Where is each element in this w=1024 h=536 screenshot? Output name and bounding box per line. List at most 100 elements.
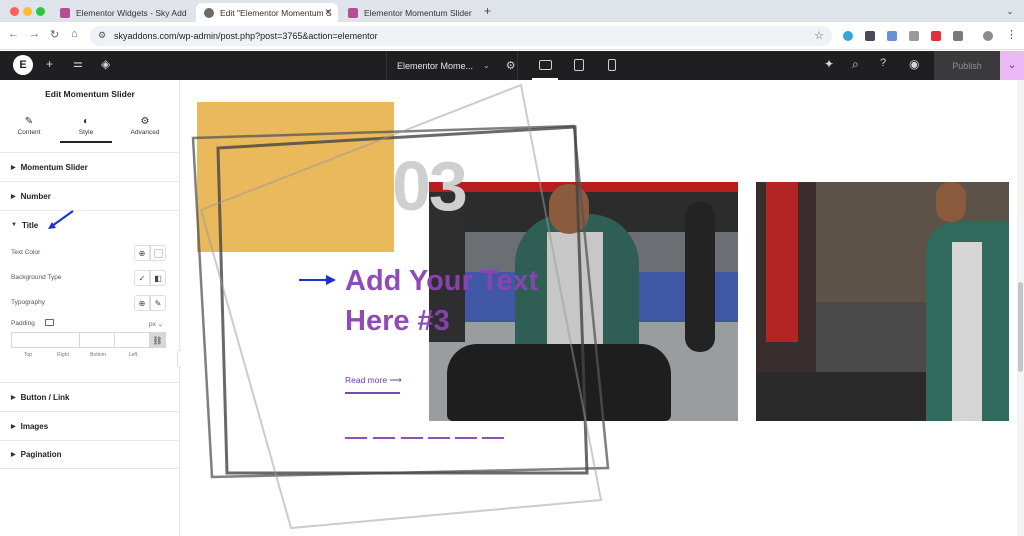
document-title: Elementor Mome...: [397, 60, 474, 71]
close-tab-icon[interactable]: ✕: [324, 7, 332, 18]
text-color-label: Text Color: [11, 249, 41, 256]
tab-style[interactable]: ◐ Style: [57, 116, 115, 136]
padding-right-input[interactable]: [45, 332, 80, 348]
pagination-dot-2[interactable]: [373, 437, 395, 439]
pad-bottom-label: Bottom: [90, 352, 106, 358]
section-label: Momentum Slider: [20, 162, 88, 172]
classic-brush-icon[interactable]: ✓: [134, 270, 150, 286]
preview-eye-icon[interactable]: ◉: [909, 57, 919, 71]
browser-tab-2[interactable]: Edit "Elementor Momentum S ✕: [196, 3, 338, 22]
forward-arrow-icon[interactable]: →: [29, 28, 40, 40]
extension-color-icon[interactable]: [843, 31, 853, 41]
back-arrow-icon[interactable]: ←: [8, 28, 19, 40]
tab-title: Elementor Widgets - Sky Add: [76, 7, 187, 18]
padding-top-input[interactable]: [11, 332, 46, 348]
profile-avatar[interactable]: [983, 31, 993, 41]
structure-layers-icon[interactable]: ◈: [101, 57, 110, 71]
pagination-dot-4[interactable]: [428, 437, 450, 439]
reload-icon[interactable]: ↻: [50, 28, 59, 41]
padding-bottom-input[interactable]: [80, 332, 115, 348]
read-more-label: Read more: [345, 375, 388, 385]
pagination-dot-6[interactable]: [482, 437, 504, 439]
section-label: Title: [21, 220, 39, 230]
mobile-device-icon[interactable]: [608, 59, 616, 71]
gear-icon: ⚙: [140, 116, 150, 127]
publish-button[interactable]: Publish: [934, 51, 1000, 80]
section-number[interactable]: ▶ Number: [0, 181, 180, 210]
help-icon[interactable]: ?: [880, 57, 886, 69]
section-label: Number: [20, 191, 51, 201]
site-settings-icon[interactable]: ⚙: [98, 30, 106, 41]
pagination-dot-3[interactable]: [401, 437, 423, 439]
pencil-icon: ✎: [24, 116, 34, 127]
padding-left-input[interactable]: [115, 332, 150, 348]
tab-label: Content: [17, 129, 41, 136]
desktop-responsive-icon[interactable]: [45, 319, 54, 326]
caret-right-icon: ▶: [11, 452, 16, 458]
unit-selector[interactable]: px ⌄: [149, 320, 163, 328]
active-tab-indicator: [60, 141, 112, 143]
slide-title: Add Your Text Here #3: [345, 261, 565, 341]
notifications-megaphone-icon[interactable]: ✦: [824, 57, 834, 71]
pad-left-label: Left: [128, 352, 138, 358]
section-images[interactable]: ▶ Images: [0, 411, 180, 440]
section-momentum-slider[interactable]: ▶ Momentum Slider: [0, 152, 180, 181]
tab-advanced[interactable]: ⚙ Advanced: [116, 116, 174, 136]
text-color-picker[interactable]: [150, 245, 166, 261]
chevron-down-icon: ⌄: [483, 61, 490, 70]
document-title-dropdown[interactable]: Elementor Mome... ⌄ ⚙: [386, 51, 518, 80]
read-more-underline: [345, 392, 400, 394]
address-bar[interactable]: ⚙ skyaddons.com/wp-admin/post.php?post=3…: [90, 26, 832, 46]
caret-down-icon: ▼: [11, 222, 17, 228]
favicon-icon: [348, 7, 358, 18]
desktop-device-icon[interactable]: [539, 60, 552, 70]
caret-right-icon: ▶: [11, 423, 16, 430]
tab-content[interactable]: ✎ Content: [0, 116, 58, 136]
tab-label: Style: [78, 129, 94, 136]
page-settings-gear-icon[interactable]: ⚙: [506, 59, 516, 72]
section-title[interactable]: ▼ Title: [0, 210, 180, 239]
pagination-dot-1[interactable]: [345, 437, 367, 439]
section-button-link[interactable]: ▶ Button / Link: [0, 382, 180, 411]
maximize-window-button[interactable]: [36, 7, 45, 16]
url-text: skyaddons.com/wp-admin/post.php?post=376…: [114, 31, 378, 41]
canvas-scrollbar-thumb[interactable]: [1018, 282, 1023, 372]
site-settings-sliders-icon[interactable]: ⚌: [73, 57, 83, 70]
tablet-device-icon[interactable]: [574, 59, 584, 71]
pagination-dot-5[interactable]: [455, 437, 477, 439]
section-pagination[interactable]: ▶ Pagination: [0, 440, 180, 469]
tab-search-chevron-icon[interactable]: ⌄: [1002, 4, 1018, 18]
new-tab-button[interactable]: +: [484, 4, 491, 18]
extension-shield-icon[interactable]: [865, 31, 875, 41]
bookmark-star-icon[interactable]: ☆: [814, 29, 824, 42]
browser-tab-3[interactable]: Elementor Momentum Slider: [340, 3, 480, 22]
browser-menu-icon[interactable]: ⋮: [1006, 28, 1017, 41]
browser-tab-1[interactable]: Elementor Widgets - Sky Add: [52, 3, 192, 22]
global-colors-icon[interactable]: ⊕: [134, 245, 150, 261]
tab-title: Edit "Elementor Momentum S: [220, 7, 332, 18]
home-icon[interactable]: ⌂: [71, 28, 78, 40]
read-more-link[interactable]: Read more ⟶: [345, 375, 402, 386]
caret-right-icon: ▶: [11, 164, 16, 171]
search-icon[interactable]: ⌕: [852, 57, 859, 72]
section-label: Button / Link: [20, 392, 70, 402]
typography-label: Typography: [11, 299, 45, 306]
add-element-icon[interactable]: +: [46, 57, 53, 71]
favicon-icon: [60, 7, 70, 18]
extension-page-icon[interactable]: [909, 31, 919, 41]
extension-y-icon[interactable]: [931, 31, 941, 41]
extensions-puzzle-icon[interactable]: [953, 31, 963, 41]
elementor-logo-icon[interactable]: E: [13, 55, 33, 75]
arrow-right-icon: ⟶: [389, 375, 402, 385]
gradient-icon[interactable]: ◧: [150, 270, 166, 286]
edit-typography-pencil-icon[interactable]: ✎: [150, 295, 166, 311]
link-values-chain-icon[interactable]: ⛓: [149, 332, 166, 348]
extension-translate-icon[interactable]: [887, 31, 897, 41]
elementor-top-bar: E + ⚌ ◈ Elementor Mome... ⌄ ⚙ ✦ ⌕ ? ◉ Pu…: [0, 51, 1024, 80]
panel-title: Edit Momentum Slider: [45, 89, 135, 99]
publish-options-chevron-icon[interactable]: ⌄: [1000, 51, 1024, 80]
responsive-mode-switcher: [528, 51, 632, 80]
global-fonts-icon[interactable]: ⊕: [134, 295, 150, 311]
minimize-window-button[interactable]: [23, 7, 32, 16]
close-window-button[interactable]: [10, 7, 19, 16]
